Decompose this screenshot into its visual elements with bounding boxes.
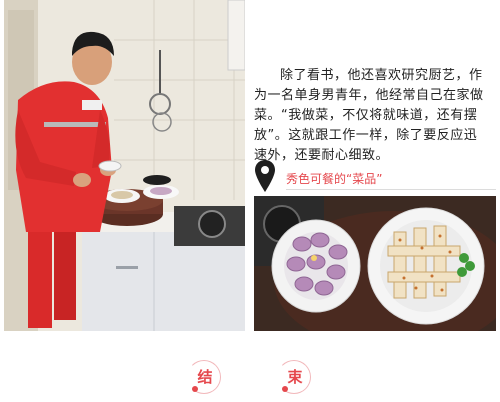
cooking-scene <box>4 0 245 331</box>
end-char-shu: 束 <box>287 368 303 386</box>
article-paragraph: 除了看书，他还喜欢研究厨艺，作为一名单身男青年，他经常自己在家做菜。“我做菜，不… <box>254 68 484 163</box>
badge-dot <box>282 386 288 392</box>
caption-divider <box>286 189 496 190</box>
end-badge-second: 束 <box>275 358 315 398</box>
map-pin-icon <box>255 160 275 192</box>
photo-caption: 秀色可餐的“菜品” <box>254 159 500 195</box>
end-char-jie: 结 <box>197 368 213 386</box>
caption-text: 秀色可餐的“菜品” <box>286 172 383 186</box>
dishes-scene <box>254 196 496 331</box>
end-badge-first: 结 <box>185 358 225 398</box>
photo-man-cooking <box>4 0 245 331</box>
badge-dot <box>192 386 198 392</box>
photo-dishes <box>254 196 496 331</box>
